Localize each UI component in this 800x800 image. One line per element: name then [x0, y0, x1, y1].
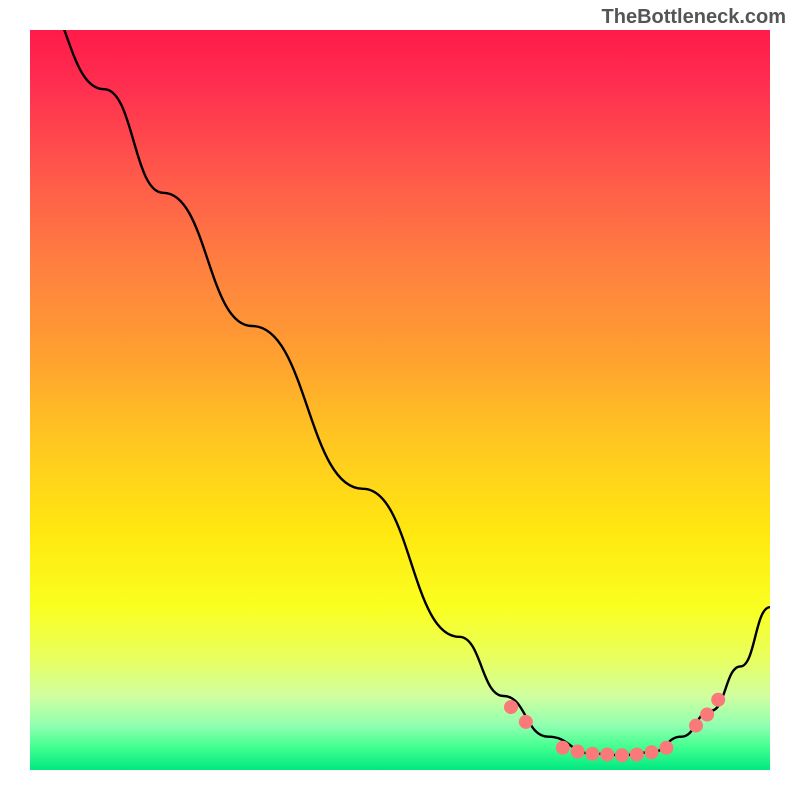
data-dot — [659, 741, 673, 755]
chart-svg — [30, 30, 770, 770]
data-dot — [711, 693, 725, 707]
data-dot — [689, 719, 703, 733]
data-dot — [585, 747, 599, 761]
data-dot — [556, 741, 570, 755]
data-dot — [571, 745, 585, 759]
data-dot — [645, 745, 659, 759]
data-dot — [700, 708, 714, 722]
data-dots — [504, 693, 725, 763]
chart-area — [30, 30, 770, 770]
data-dot — [504, 700, 518, 714]
data-dot — [519, 715, 533, 729]
bottleneck-curve — [30, 30, 770, 755]
data-dot — [630, 747, 644, 761]
data-dot — [600, 747, 614, 761]
watermark-text: TheBottleneck.com — [602, 6, 786, 29]
data-dot — [615, 748, 629, 762]
